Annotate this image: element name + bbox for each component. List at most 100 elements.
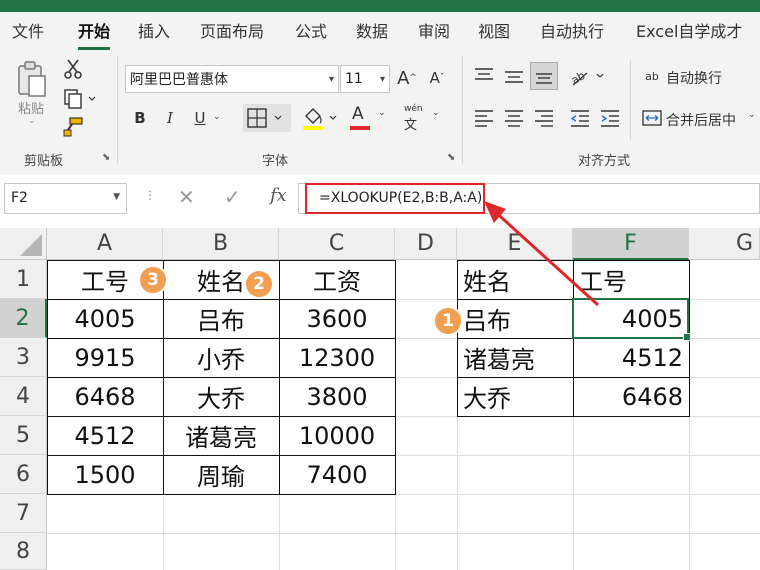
- select-all-button[interactable]: [0, 228, 47, 260]
- tab-page-layout[interactable]: 页面布局: [200, 18, 264, 42]
- wrap-text-button[interactable]: 自动换行: [666, 68, 722, 88]
- cell-b2[interactable]: 吕布: [163, 299, 279, 338]
- cell-c4[interactable]: 3800: [279, 377, 395, 416]
- borders-button[interactable]: [243, 104, 291, 132]
- align-left-icon[interactable]: [472, 106, 496, 130]
- svg-text:ab: ab: [569, 69, 587, 87]
- increase-font-size-icon[interactable]: A ^: [396, 66, 418, 90]
- tab-automate[interactable]: 自动执行: [540, 18, 604, 42]
- align-right-icon[interactable]: [532, 106, 556, 130]
- align-middle-icon[interactable]: [502, 64, 526, 88]
- cell-a6[interactable]: 1500: [47, 455, 163, 494]
- underline-button[interactable]: U: [190, 106, 210, 130]
- cell-c3[interactable]: 12300: [279, 338, 395, 377]
- ribbon-tabs: 文件 开始 插入 页面布局 公式 数据 审阅 视图 自动执行 Excel自学成才: [0, 12, 760, 50]
- tab-view[interactable]: 视图: [478, 18, 510, 42]
- clipboard-launcher-icon[interactable]: ⬊: [102, 152, 110, 163]
- align-top-icon[interactable]: [472, 64, 496, 88]
- chevron-down-icon: ▾: [379, 73, 385, 85]
- cell-c5[interactable]: 10000: [279, 416, 395, 455]
- column-header-g[interactable]: G: [689, 228, 760, 260]
- italic-button[interactable]: I: [160, 106, 180, 130]
- tab-review[interactable]: 审阅: [418, 18, 450, 42]
- row-header-7[interactable]: 7: [0, 494, 47, 533]
- step-badge-3: 3: [138, 265, 168, 295]
- row-header-3[interactable]: 3: [0, 338, 47, 377]
- alignment-group-label: 对齐方式: [578, 154, 631, 169]
- copy-icon[interactable]: [62, 88, 98, 110]
- enter-icon[interactable]: ✓: [224, 185, 241, 209]
- font-name-select[interactable]: 阿里巴巴普惠体 ▾: [125, 65, 339, 93]
- ribbon: 粘贴 ⌄ 剪贴板 ⬊ 阿里巴巴普惠体 ▾ 11 ▾ A ^ Aˇ B I U ⌄ …: [0, 50, 760, 176]
- font-name-value: 阿里巴巴普惠体: [130, 72, 228, 88]
- paste-dropdown-icon[interactable]: ⌄: [28, 116, 36, 126]
- title-bar: [0, 0, 760, 12]
- row-header-6[interactable]: 6: [0, 455, 47, 494]
- align-bottom-icon[interactable]: [530, 62, 558, 90]
- paste-label[interactable]: 粘贴: [18, 98, 44, 117]
- cancel-icon[interactable]: ✕: [178, 185, 195, 209]
- step-badge-2: 2: [244, 269, 274, 299]
- font-size-select[interactable]: 11 ▾: [340, 65, 390, 93]
- cell-a4[interactable]: 6468: [47, 377, 163, 416]
- font-size-value: 11: [345, 71, 363, 87]
- merge-center-icon[interactable]: [640, 106, 664, 130]
- clipboard-group-label: 剪贴板: [24, 154, 64, 169]
- step-badge-1: 1: [433, 306, 463, 336]
- decrease-font-size-icon[interactable]: Aˇ: [426, 66, 448, 90]
- cell-a2[interactable]: 4005: [47, 299, 163, 338]
- orientation-icon[interactable]: ab: [568, 64, 608, 88]
- tab-insert[interactable]: 插入: [138, 18, 170, 42]
- insert-function-icon[interactable]: fx: [270, 185, 287, 206]
- cell-c1[interactable]: 工资: [279, 260, 395, 299]
- cell-b5[interactable]: 诸葛亮: [163, 416, 279, 455]
- cell-b3[interactable]: 小乔: [163, 338, 279, 377]
- underline-dropdown-icon[interactable]: ⌄: [213, 112, 221, 122]
- fill-color-button[interactable]: [300, 104, 340, 132]
- column-header-c[interactable]: C: [279, 228, 395, 260]
- cut-icon[interactable]: [62, 58, 84, 80]
- merge-dropdown-icon[interactable]: ⌄: [748, 110, 756, 120]
- cell-f3[interactable]: 4512: [573, 338, 689, 377]
- align-center-icon[interactable]: [502, 106, 526, 130]
- row-header-2[interactable]: 2: [0, 299, 47, 338]
- tab-home[interactable]: 开始: [78, 18, 111, 50]
- wrap-text-glyph: ab: [645, 69, 659, 83]
- row-header-5[interactable]: 5: [0, 416, 47, 455]
- font-color-button[interactable]: A ⌄: [348, 104, 390, 132]
- paste-icon[interactable]: [14, 60, 50, 100]
- cell-f4[interactable]: 6468: [573, 377, 689, 416]
- tab-formulas[interactable]: 公式: [295, 18, 327, 42]
- column-header-d[interactable]: D: [395, 228, 457, 260]
- annotation-arrow-icon: [484, 201, 600, 307]
- cell-a3[interactable]: 9915: [47, 338, 163, 377]
- cell-e3[interactable]: 诸葛亮: [457, 338, 573, 377]
- row-header-8[interactable]: 8: [0, 533, 47, 570]
- decrease-indent-icon[interactable]: [568, 106, 592, 130]
- cell-b4[interactable]: 大乔: [163, 377, 279, 416]
- row-header-1[interactable]: 1: [0, 260, 47, 299]
- cell-e4[interactable]: 大乔: [457, 377, 573, 416]
- cell-c2[interactable]: 3600: [279, 299, 395, 338]
- font-launcher-icon[interactable]: ⬊: [447, 152, 455, 163]
- tab-file[interactable]: 文件: [12, 18, 44, 42]
- format-painter-icon[interactable]: [62, 116, 84, 138]
- cell-a5[interactable]: 4512: [47, 416, 163, 455]
- wrap-text-icon[interactable]: ab: [640, 64, 664, 88]
- tab-excel-self-study[interactable]: Excel自学成才: [636, 18, 742, 42]
- cell-c6[interactable]: 7400: [279, 455, 395, 494]
- increase-indent-icon[interactable]: [598, 106, 622, 130]
- font-group-label: 字体: [262, 154, 289, 169]
- font-color-glyph: A: [352, 104, 364, 124]
- phonetic-guide-button[interactable]: wén 文 ⌄: [402, 104, 444, 133]
- name-box[interactable]: F2 ▼: [4, 183, 127, 214]
- pinyin-glyph: wén: [404, 104, 423, 114]
- cell-b6[interactable]: 周瑜: [163, 455, 279, 494]
- column-header-b[interactable]: B: [163, 228, 279, 260]
- row-header-4[interactable]: 4: [0, 377, 47, 416]
- merge-center-button[interactable]: 合并后居中: [666, 110, 736, 130]
- tab-data[interactable]: 数据: [356, 18, 388, 42]
- column-header-a[interactable]: A: [47, 228, 163, 260]
- bold-button[interactable]: B: [130, 106, 150, 130]
- formula-input[interactable]: =XLOOKUP(E2,B:B,A:A): [305, 183, 485, 214]
